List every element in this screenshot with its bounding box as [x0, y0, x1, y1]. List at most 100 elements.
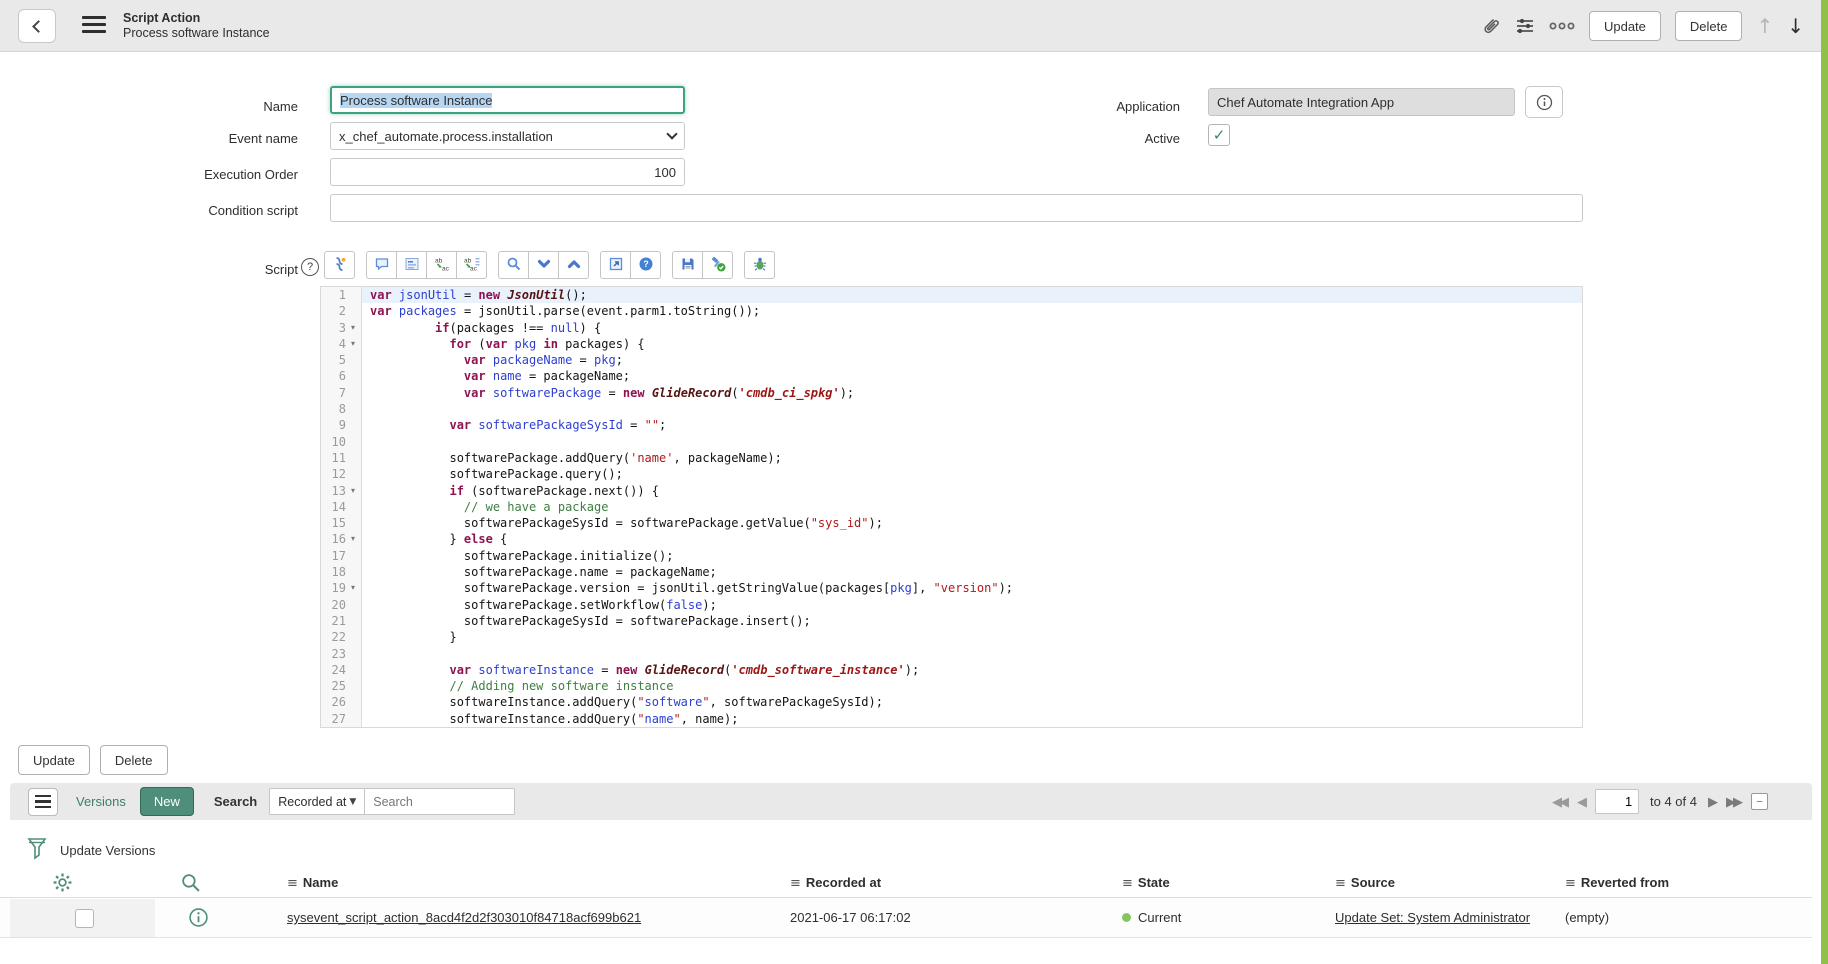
fold-gutter [349, 368, 362, 384]
replace-all-icon: abac [464, 256, 480, 275]
line-number: 16 [321, 531, 349, 547]
delete-button-header[interactable]: Delete [1675, 11, 1743, 41]
next-record-icon[interactable]: ↓ [1787, 14, 1804, 38]
syntax-check-button[interactable] [702, 251, 733, 279]
page-number-input[interactable] [1595, 789, 1639, 814]
event-name-select[interactable]: x_chef_automate.process.installation [330, 122, 685, 150]
personalize-form-button[interactable] [1515, 16, 1535, 36]
code-line: 5 var packageName = pkg; [321, 352, 1582, 368]
update-button-footer[interactable]: Update [18, 745, 90, 775]
code-line: 21 softwarePackageSysId = softwarePackag… [321, 613, 1582, 629]
debug-button[interactable] [744, 251, 775, 279]
script-code-editor[interactable]: 1var jsonUtil = new JsonUtil();2var pack… [320, 286, 1583, 728]
column-header-recorded-at[interactable]: ≡Recorded at [790, 875, 881, 891]
check-icon: ✓ [1213, 126, 1226, 144]
new-version-button[interactable]: New [140, 787, 194, 816]
fold-arrow-icon[interactable]: ▾ [349, 483, 362, 499]
scroll-down-button[interactable] [528, 251, 559, 279]
previous-page-icon[interactable]: ◀ [1577, 794, 1584, 810]
application-label: Application [1020, 99, 1180, 114]
attachment-button[interactable] [1481, 16, 1501, 36]
update-button-header[interactable]: Update [1589, 11, 1661, 41]
format-code-button[interactable] [396, 251, 427, 279]
script-editor-toolbar: abac abac? [324, 251, 786, 279]
fold-arrow-icon[interactable]: ▾ [349, 531, 362, 547]
save-button[interactable] [672, 251, 703, 279]
fold-arrow-icon[interactable]: ▾ [349, 580, 362, 596]
column-header-state[interactable]: ≡State [1122, 875, 1170, 891]
code-line: 25 // Adding new software instance [321, 678, 1582, 694]
recorded-at-value: 2021-06-17 06:17:02 [790, 910, 911, 925]
scroll-up-button[interactable] [558, 251, 589, 279]
versions-link[interactable]: Versions [76, 794, 126, 809]
script-fix-button[interactable] [324, 251, 355, 279]
svg-text:ab: ab [464, 257, 472, 264]
first-page-icon[interactable]: ◀◀ [1552, 794, 1566, 810]
fold-arrow-icon[interactable]: ▾ [349, 320, 362, 336]
line-number: 5 [321, 352, 349, 368]
replace-all-button[interactable]: abac [456, 251, 487, 279]
open-window-button[interactable] [600, 251, 631, 279]
row-checkbox[interactable] [75, 909, 94, 928]
line-number: 6 [321, 368, 349, 384]
line-number: 27 [321, 711, 349, 727]
more-options-icon [1549, 21, 1575, 31]
debug-icon [752, 256, 768, 275]
record-info-icon[interactable] [188, 907, 209, 931]
column-header-source[interactable]: ≡Source [1335, 875, 1395, 891]
active-label: Active [1020, 131, 1180, 146]
application-value: Chef Automate Integration App [1217, 95, 1394, 110]
column-header-name[interactable]: ≡Name [287, 875, 338, 891]
code-line: 13▾ if (softwarePackage.next()) { [321, 483, 1582, 499]
active-checkbox[interactable]: ✓ [1208, 124, 1230, 146]
line-number: 20 [321, 597, 349, 613]
replace-button[interactable]: abac [426, 251, 457, 279]
comment-button[interactable] [366, 251, 397, 279]
version-record-link[interactable]: sysevent_script_action_8acd4f2d2f303010f… [287, 910, 641, 925]
list-pagination: ◀◀ ◀ to 4 of 4 ▶ ▶▶ − [1552, 789, 1768, 814]
context-menu-icon[interactable] [82, 16, 106, 37]
list-menu-icon[interactable] [28, 788, 58, 816]
help-button[interactable]: ? [630, 251, 661, 279]
execution-order-input[interactable] [330, 158, 685, 186]
list-search-label: Search [214, 794, 257, 809]
fold-gutter [349, 597, 362, 613]
state-value: Current [1122, 910, 1181, 925]
more-options-button[interactable] [1549, 21, 1575, 31]
gear-icon[interactable] [52, 872, 73, 896]
fold-gutter [349, 434, 362, 450]
line-number: 3 [321, 320, 349, 336]
line-number: 23 [321, 646, 349, 662]
fold-arrow-icon[interactable]: ▾ [349, 336, 362, 352]
last-page-icon[interactable]: ▶▶ [1726, 794, 1740, 810]
collapse-list-icon[interactable]: − [1751, 793, 1768, 810]
breadcrumb[interactable]: Update Versions [60, 843, 155, 858]
line-number: 4 [321, 336, 349, 352]
search-field-select[interactable]: Recorded at ▼ [269, 788, 365, 815]
fold-gutter [349, 352, 362, 368]
help-icon: ? [638, 256, 654, 275]
name-input[interactable]: Process software Instance [330, 86, 685, 114]
find-button[interactable] [498, 251, 529, 279]
previous-record-icon[interactable]: ↑ [1756, 14, 1773, 38]
list-search-input[interactable] [365, 788, 515, 815]
column-header-reverted-from[interactable]: ≡Reverted from [1565, 875, 1669, 891]
fold-gutter [349, 515, 362, 531]
code-lines: 1var jsonUtil = new JsonUtil();2var pack… [321, 287, 1582, 727]
condition-script-input[interactable] [330, 194, 1583, 222]
replace-icon: abac [434, 256, 450, 275]
application-info-button[interactable] [1525, 86, 1563, 118]
search-icon[interactable] [180, 872, 201, 896]
next-page-icon[interactable]: ▶ [1708, 794, 1715, 810]
back-button[interactable] [18, 9, 56, 43]
line-number: 8 [321, 401, 349, 417]
filter-funnel-icon[interactable] [26, 836, 48, 865]
line-number: 26 [321, 694, 349, 710]
list-filter-row: Update Versions [0, 836, 1812, 866]
source-link[interactable]: Update Set: System Administrator [1335, 910, 1530, 925]
script-help-icon[interactable]: ? [301, 258, 319, 276]
save-icon [680, 256, 696, 275]
line-number: 19 [321, 580, 349, 596]
delete-button-footer[interactable]: Delete [100, 745, 168, 775]
code-line: 12 softwarePackage.query(); [321, 466, 1582, 482]
